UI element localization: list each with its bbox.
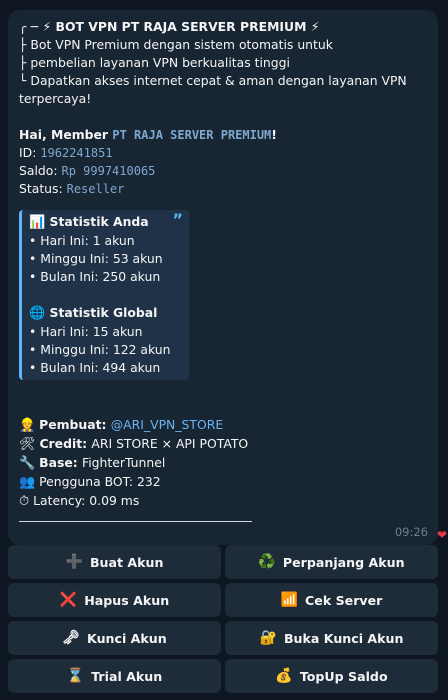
credit-row: 🛠 Credit: ARI STORE × API POTATO: [19, 436, 249, 452]
money-bag-icon: 💰: [275, 668, 293, 684]
plus-icon: ➕: [65, 554, 83, 570]
status-row: Status: Reseller: [19, 180, 438, 198]
wrench-icon: 🔧: [19, 456, 36, 471]
latency-row: ⏱ Latency: 0.09 ms: [19, 493, 140, 509]
desc-line-3: └ Dapatkan akses internet cepat & aman d…: [19, 73, 407, 106]
inline-keyboard: ➕ Buat Akun ♻️ Perpanjang Akun ❌ Hapus Akun…: [8, 545, 438, 697]
greeting: Hai, Member PT RAJA SERVER PREMIUM!: [19, 126, 438, 144]
id-label: ID:: [19, 145, 41, 160]
greeting-name[interactable]: PT RAJA SERVER PREMIUM: [112, 128, 271, 142]
id-value[interactable]: 1962241851: [40, 146, 112, 160]
cek-server-button[interactable]: 📶 Cek Server: [225, 583, 438, 617]
creator-row: 👷 Pembuat: @ARI_VPN_STORE: [19, 417, 224, 433]
buat-akun-button[interactable]: ➕ Buat Akun: [8, 545, 221, 579]
hourglass-icon: ⌛: [66, 668, 85, 684]
heart-reaction-icon[interactable]: ❤: [437, 528, 447, 542]
recycle-icon: ♻️: [258, 554, 276, 570]
tools-icon: 🛠: [19, 437, 36, 452]
message-time: 09:26: [394, 525, 428, 539]
stat-user-week: • Minggu Ini: 53 akun: [29, 251, 163, 266]
hapus-akun-button[interactable]: ❌ Hapus Akun: [8, 583, 221, 617]
chart-icon: 📊: [29, 215, 46, 230]
message-bubble: ╭ ─ ⚡ BOT VPN PT RAJA SERVER PREMIUM ⚡ ├…: [8, 10, 438, 545]
perpanjang-akun-button[interactable]: ♻️ Perpanjang Akun: [225, 545, 438, 579]
id-row: ID: 1962241851: [19, 144, 438, 162]
stat-global-week: • Minggu Ini: 122 akun: [29, 342, 171, 357]
stat-global-today: • Hari Ini: 15 akun: [29, 324, 143, 339]
stat-user-month: • Bulan Ini: 250 akun: [29, 269, 161, 284]
key-icon: 🗝: [62, 630, 81, 646]
creator-link[interactable]: @ARI_VPN_STORE: [111, 417, 223, 432]
kunci-akun-button[interactable]: 🗝 Kunci Akun: [8, 621, 221, 655]
base-row: 🔧 Base: FighterTunnel: [19, 455, 166, 471]
cross-icon: ❌: [59, 592, 78, 608]
stat-user-today: • Hari Ini: 1 akun: [29, 233, 135, 248]
greeting-suffix: !: [271, 127, 277, 142]
globe-icon: 🌐: [29, 306, 46, 321]
quote-icon: ”: [172, 210, 183, 229]
trial-akun-button[interactable]: ⌛ Trial Akun: [8, 659, 221, 693]
signal-icon: 📶: [280, 592, 299, 608]
message-header: ╭ ─ ⚡ BOT VPN PT RAJA SERVER PREMIUM ⚡: [19, 19, 320, 34]
stat-global-title: 🌐 Statistik Global: [29, 305, 158, 321]
status-value[interactable]: Reseller: [67, 182, 125, 196]
statistics-quote: ” 📊 Statistik Anda • Hari Ini: 1 akun • …: [19, 210, 189, 380]
saldo-label: Saldo:: [19, 163, 62, 178]
lock-key-icon: 🔐: [259, 630, 277, 646]
saldo-value[interactable]: Rp 9997410065: [61, 164, 155, 178]
stopwatch-icon: ⏱: [19, 494, 30, 509]
stat-user-title: 📊 Statistik Anda: [29, 214, 149, 230]
stat-global-month: • Bulan Ini: 494 akun: [29, 360, 161, 375]
saldo-row: Saldo: Rp 9997410065: [19, 162, 438, 180]
users-icon: 👥: [19, 475, 36, 490]
buka-kunci-akun-button[interactable]: 🔐 Buka Kunci Akun: [225, 621, 438, 655]
status-label: Status:: [19, 181, 67, 196]
separator-line: [19, 521, 252, 522]
greeting-prefix: Hai, Member: [19, 127, 113, 142]
desc-line-1: ├ Bot VPN Premium dengan sistem otomatis…: [19, 37, 333, 52]
users-row: 👥 Pengguna BOT: 232: [19, 474, 161, 490]
desc-line-2: ├ pembelian layanan VPN berkualitas ting…: [19, 55, 290, 70]
topup-saldo-button[interactable]: 💰 TopUp Saldo: [225, 659, 438, 693]
worker-icon: 👷: [19, 418, 36, 433]
